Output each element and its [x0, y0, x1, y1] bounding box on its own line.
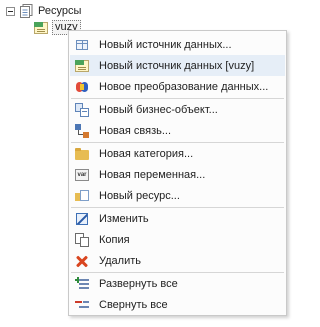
menu-item-label: Новый ресурс...	[99, 189, 180, 202]
menu-item-new-data-source[interactable]: Новый источник данных...	[70, 34, 285, 55]
menu-item-label: Изменить	[99, 212, 149, 225]
menu-item-label: Удалить	[99, 254, 141, 267]
edit-icon	[74, 211, 90, 227]
menu-item-new-data-source-vuzy[interactable]: Новый источник данных [vuzy]	[70, 55, 285, 76]
menu-item-label: Новое преобразование данных...	[99, 80, 269, 93]
variable-icon	[74, 167, 90, 183]
collapse-minus-icon[interactable]	[6, 6, 15, 16]
menu-item-label: Развернуть все	[99, 277, 178, 290]
menu-item-label: Свернуть все	[99, 298, 168, 311]
menu-item-label: Новая переменная...	[99, 168, 206, 181]
collection-icon	[20, 4, 33, 18]
menu-item-label: Новая связь...	[99, 124, 172, 137]
menu-item-label: Новый источник данных [vuzy]	[99, 59, 255, 72]
menu-item-new-transformation[interactable]: Новое преобразование данных...	[70, 76, 285, 97]
data-source-icon	[74, 58, 90, 74]
menu-item-copy[interactable]: Копия	[70, 229, 285, 250]
context-menu: Новый источник данных... Новый источник …	[68, 30, 287, 316]
folder-icon	[74, 146, 90, 162]
menu-item-label: Копия	[99, 233, 130, 246]
menu-item-edit[interactable]: Изменить	[70, 208, 285, 229]
menu-item-new-category[interactable]: Новая категория...	[70, 143, 285, 164]
menu-item-label: Новый источник данных...	[99, 38, 232, 51]
relation-icon	[74, 123, 90, 139]
menu-item-label: Новая категория...	[99, 147, 194, 160]
transform-icon	[74, 79, 90, 95]
menu-item-new-relation[interactable]: Новая связь...	[70, 120, 285, 141]
tree-root-label: Ресурсы	[38, 5, 82, 17]
menu-item-expand-all[interactable]: Развернуть все	[70, 273, 285, 294]
menu-item-delete[interactable]: Удалить	[70, 250, 285, 271]
copy-icon	[74, 232, 90, 248]
expand-all-icon	[74, 276, 90, 292]
tree-root-node[interactable]: Ресурсы	[6, 3, 81, 19]
business-object-icon	[74, 102, 90, 118]
delete-icon	[74, 253, 90, 269]
menu-item-label: Новый бизнес-объект...	[99, 103, 218, 116]
resource-icon	[74, 188, 90, 204]
collapse-all-icon	[74, 297, 90, 313]
menu-item-new-variable[interactable]: Новая переменная...	[70, 164, 285, 185]
menu-item-new-business-object[interactable]: Новый бизнес-объект...	[70, 99, 285, 120]
menu-item-collapse-all[interactable]: Свернуть все	[70, 294, 285, 315]
menu-item-new-resource[interactable]: Новый ресурс...	[70, 185, 285, 206]
data-source-icon	[33, 20, 49, 36]
table-icon	[74, 37, 90, 53]
